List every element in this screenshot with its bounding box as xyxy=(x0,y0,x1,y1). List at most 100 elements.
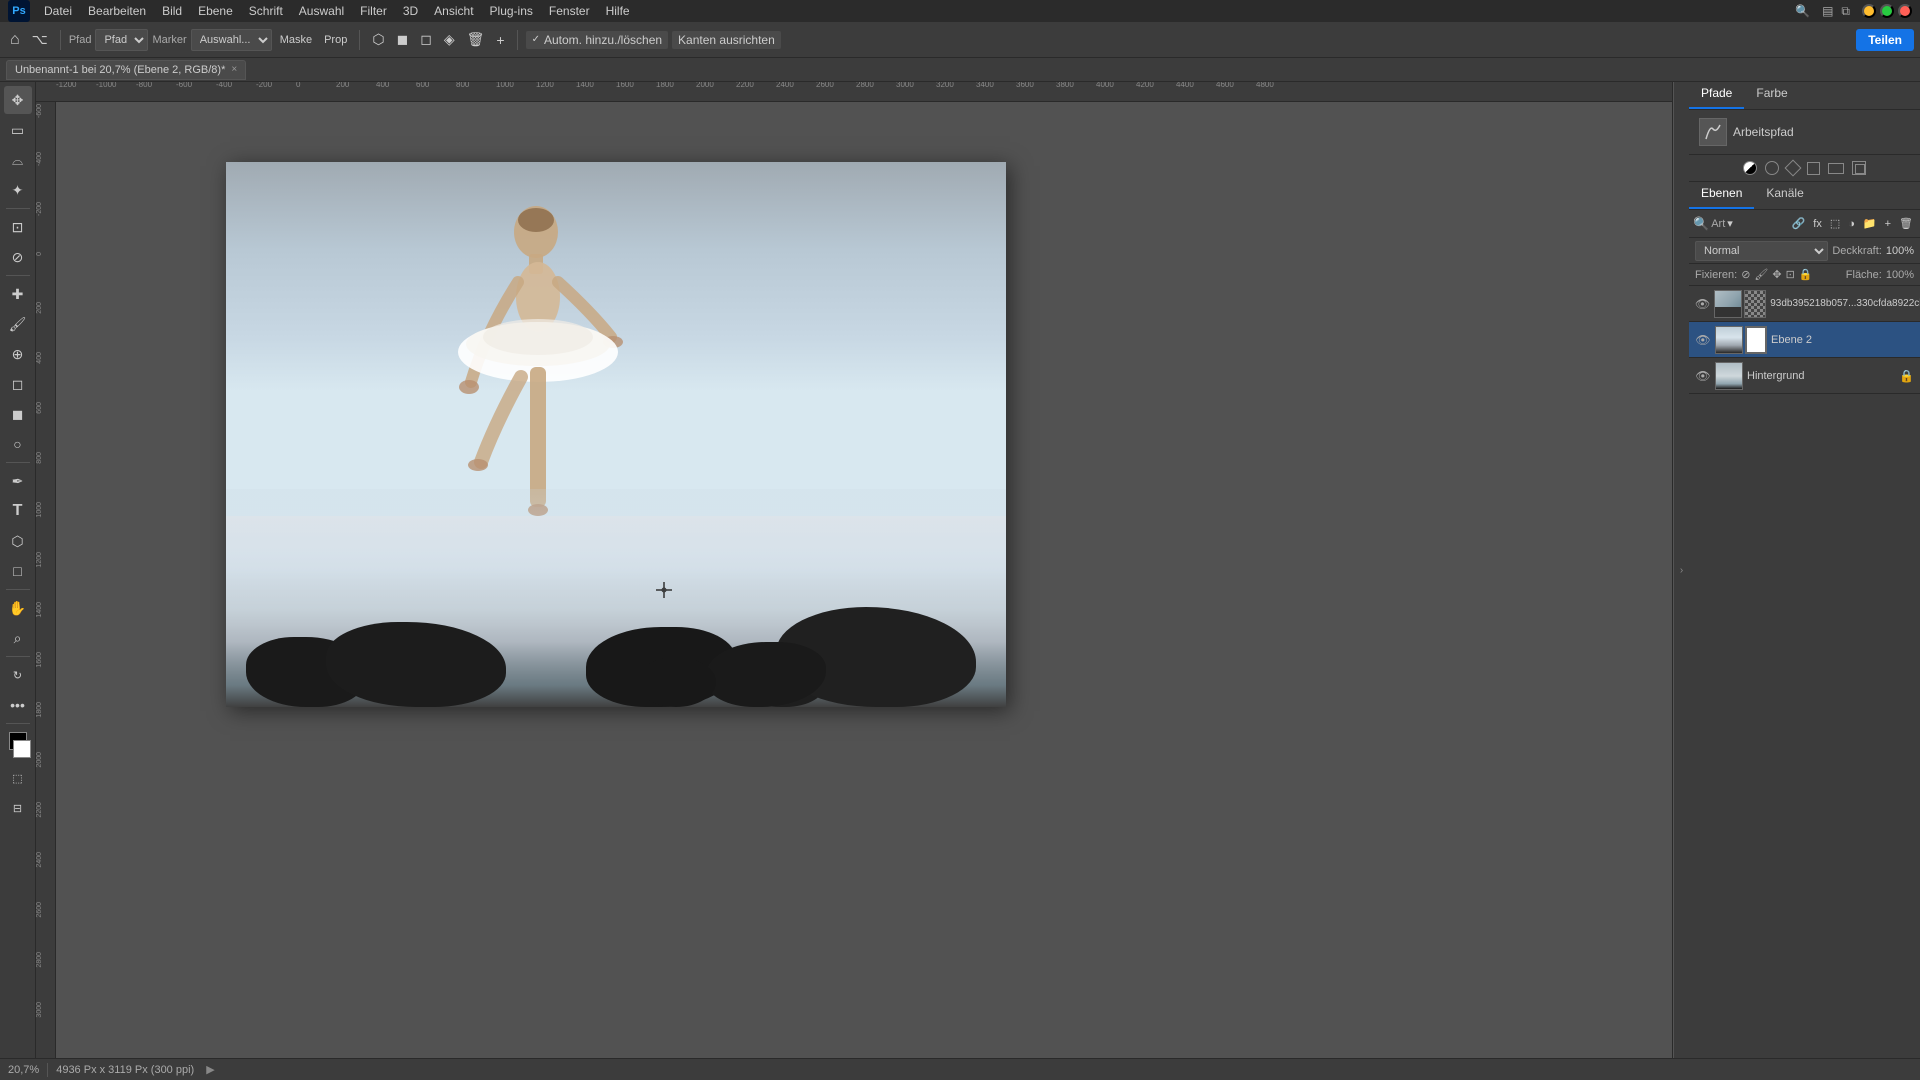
menu-bild[interactable]: Bild xyxy=(154,2,190,20)
rotate-3d-tool[interactable]: ↻ xyxy=(4,661,32,689)
select-tool[interactable]: ▭ xyxy=(4,116,32,144)
layer-mode-rect-icon[interactable] xyxy=(1828,163,1844,174)
path-select[interactable]: Pfad xyxy=(95,29,148,51)
auswahl-select[interactable]: Auswahl... xyxy=(191,29,272,51)
maximize-button[interactable]: + xyxy=(1880,4,1894,18)
layer-name-hintergrund: Hintergrund xyxy=(1747,370,1895,382)
load-path-button[interactable]: ◈ xyxy=(440,29,459,50)
lasso-tool[interactable]: ⌓ xyxy=(4,146,32,174)
menu-hilfe[interactable]: Hilfe xyxy=(598,2,638,20)
lock-all-icon[interactable]: 🔒 xyxy=(1799,268,1813,281)
options-toolbar: ⌂ ⌥ Pfad Pfad Marker Auswahl... Maske Pr… xyxy=(0,22,1920,58)
group-layer-button[interactable]: 📁 xyxy=(1860,215,1880,232)
text-tool[interactable]: T xyxy=(4,497,32,525)
move-tool[interactable]: ✥ xyxy=(4,86,32,114)
maske-button[interactable]: Maske xyxy=(276,32,316,48)
menu-filter[interactable]: Filter xyxy=(352,2,395,20)
panels-icon[interactable]: ⧉ xyxy=(1841,4,1850,19)
layer-mode-circle2-icon[interactable] xyxy=(1765,161,1779,175)
autom-label: Autom. hinzu./löschen xyxy=(544,33,662,47)
quick-mask-button[interactable]: ⬚ xyxy=(4,764,32,792)
layer-mode-rect2-icon[interactable] xyxy=(1852,161,1866,175)
kanten-toggle[interactable]: Kanten ausrichten xyxy=(672,31,781,49)
screen-mode-button[interactable]: ⊟ xyxy=(4,794,32,822)
path-select-tool[interactable]: ⬡ xyxy=(4,527,32,555)
stroke-path-button[interactable]: ◻ xyxy=(416,29,436,50)
pen-tool[interactable]: ✒ xyxy=(4,467,32,495)
search-layers-icon[interactable]: 🔍 xyxy=(1693,216,1709,232)
layer-mode-square-icon[interactable] xyxy=(1807,162,1820,175)
menu-auswahl[interactable]: Auswahl xyxy=(291,2,352,20)
zoom-tool[interactable]: ⌕ xyxy=(4,624,32,652)
tab-pfade[interactable]: Pfade xyxy=(1689,82,1744,109)
delete-layer-button[interactable]: 🗑 xyxy=(1896,215,1916,232)
status-info-button[interactable]: ▶ xyxy=(206,1063,214,1076)
share-button[interactable]: Teilen xyxy=(1856,29,1914,51)
hand-tool[interactable]: ✋ xyxy=(4,594,32,622)
layer-visibility-hintergrund[interactable]: 👁 xyxy=(1695,368,1711,384)
path-item-arbeitspfad[interactable]: Arbeitspfad xyxy=(1695,116,1914,148)
menu-3d[interactable]: 3D xyxy=(395,2,426,20)
lock-transparent-icon[interactable]: ⊘ xyxy=(1741,268,1750,281)
layer-visibility-hash[interactable]: 👁 xyxy=(1695,296,1710,312)
tab-close-button[interactable]: × xyxy=(231,64,237,75)
canvas-viewport[interactable] xyxy=(56,102,1672,1058)
fill-path-button[interactable]: ◼ xyxy=(393,29,413,50)
tab-farbe[interactable]: Farbe xyxy=(1744,82,1799,109)
menu-schrift[interactable]: Schrift xyxy=(241,2,291,20)
tool-separator-6 xyxy=(6,723,30,724)
new-layer-button[interactable]: + xyxy=(1882,216,1894,232)
brush-options-button[interactable]: ⌥ xyxy=(28,29,52,50)
paths-panel: Arbeitspfad xyxy=(1689,110,1920,154)
layers-filter-dropdown[interactable]: ▾ xyxy=(1727,217,1733,230)
lock-position-icon[interactable]: ✥ xyxy=(1772,268,1781,281)
gradient-tool[interactable]: ◼ xyxy=(4,400,32,428)
clone-tool[interactable]: ⊕ xyxy=(4,340,32,368)
rock-7 xyxy=(636,657,716,707)
lock-artboard-icon[interactable]: ⊡ xyxy=(1786,268,1795,281)
heal-tool[interactable]: ✚ xyxy=(4,280,32,308)
eyedrop-tool[interactable]: ⊘ xyxy=(4,243,32,271)
document-tab[interactable]: Unbenannt-1 bei 20,7% (Ebene 2, RGB/8)* … xyxy=(6,60,246,80)
canvas-image[interactable] xyxy=(226,162,1006,707)
layer-item-ebene2[interactable]: 👁 Ebene 2 xyxy=(1689,322,1920,358)
menu-datei[interactable]: Datei xyxy=(36,2,80,20)
layer-visibility-ebene2[interactable]: 👁 xyxy=(1695,332,1711,348)
lock-pixels-icon[interactable]: 🖌 xyxy=(1754,268,1768,281)
minimize-button[interactable]: − xyxy=(1862,4,1876,18)
magic-wand-tool[interactable]: ✦ xyxy=(4,176,32,204)
search-icon[interactable]: 🔍 xyxy=(1795,4,1810,19)
menu-ebene[interactable]: Ebene xyxy=(190,2,241,20)
make-selection-button[interactable]: ⬡ xyxy=(368,29,388,50)
layer-item-hintergrund[interactable]: 👁 Hintergrund 🔒 xyxy=(1689,358,1920,394)
autom-toggle[interactable]: ✓ Autom. hinzu./löschen xyxy=(526,31,668,49)
prop-button[interactable]: Prop xyxy=(320,32,351,48)
eraser-tool[interactable]: ◻ xyxy=(4,370,32,398)
background-color[interactable] xyxy=(13,740,31,758)
layer-item-hash[interactable]: 👁 93db395218b057...330cfda8922cb xyxy=(1689,286,1920,322)
shape-tool[interactable]: □ xyxy=(4,557,32,585)
menu-fenster[interactable]: Fenster xyxy=(541,2,598,20)
panel-collapse-button[interactable]: › xyxy=(1673,82,1689,1058)
dodge-tool[interactable]: ○ xyxy=(4,430,32,458)
tab-kanale[interactable]: Kanäle xyxy=(1754,182,1815,209)
close-button[interactable]: × xyxy=(1898,4,1912,18)
blend-mode-select[interactable]: Normal xyxy=(1695,241,1828,261)
brush-tool[interactable]: 🖌 xyxy=(4,310,32,338)
layer-style-button[interactable]: fx xyxy=(1810,216,1825,232)
menu-ansicht[interactable]: Ansicht xyxy=(426,2,481,20)
layer-mode-diamond-icon[interactable] xyxy=(1785,160,1802,177)
menu-bearbeiten[interactable]: Bearbeiten xyxy=(80,2,154,20)
crop-tool[interactable]: ⊡ xyxy=(4,213,32,241)
create-path-button[interactable]: + xyxy=(492,30,508,50)
more-tools-button[interactable]: ••• xyxy=(4,691,32,719)
menu-plugins[interactable]: Plug-ins xyxy=(482,2,541,20)
layer-mode-circle-icon[interactable] xyxy=(1743,161,1757,175)
home-button[interactable]: ⌂ xyxy=(6,29,24,51)
tab-ebenen[interactable]: Ebenen xyxy=(1689,182,1754,209)
workspace-icon[interactable]: ▤ xyxy=(1822,4,1833,19)
adjustment-layer-button[interactable]: ◑ xyxy=(1845,216,1858,232)
link-layers-button[interactable]: 🔗 xyxy=(1789,215,1809,232)
delete-path-button[interactable]: 🗑 xyxy=(463,29,489,50)
add-mask-button[interactable]: ⬚ xyxy=(1827,215,1843,232)
